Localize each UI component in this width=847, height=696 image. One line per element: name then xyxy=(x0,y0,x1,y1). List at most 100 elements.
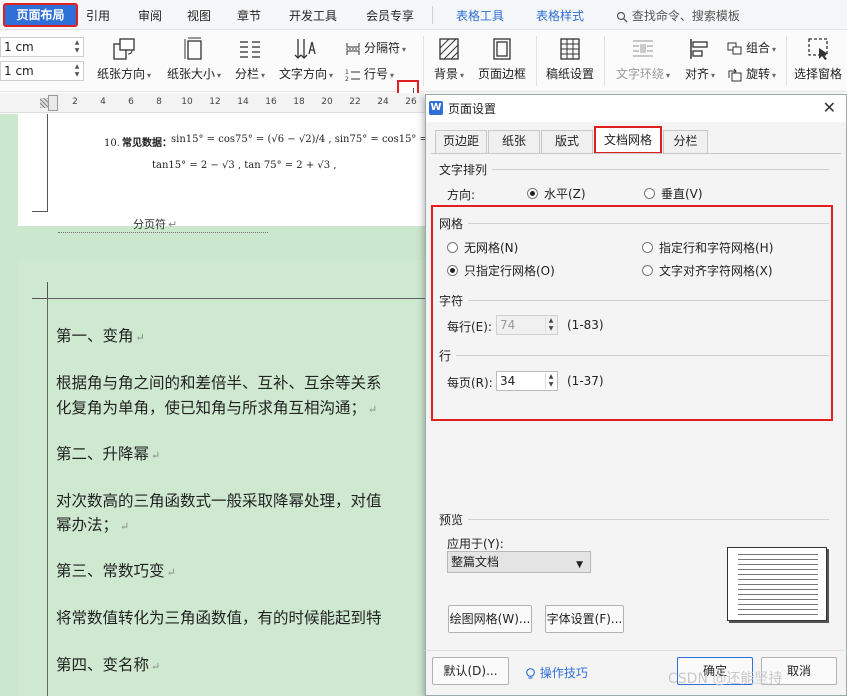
crop-mark xyxy=(47,282,48,299)
doc-paragraph-line: 对次数高的三角函数式一般采取降幂处理，对值 xyxy=(56,492,382,510)
menu-table-style[interactable]: 表格样式 xyxy=(536,7,584,25)
document-page[interactable]: 10. 常见数据： sin15° = cos75° = (√6 − √2)/4 … xyxy=(18,114,425,233)
paper-size-button[interactable]: 纸张大小 ▾ xyxy=(163,36,225,82)
dropdown-arrow-icon: ▾ xyxy=(666,71,671,80)
menu-references[interactable]: 引用 xyxy=(86,7,110,25)
menu-bar: 页面布局 引用 审阅 视图 章节 开发工具 会员专享 表格工具 表格样式 查找命… xyxy=(0,0,847,30)
menu-review[interactable]: 审阅 xyxy=(138,7,162,25)
dropdown-arrow-icon: ▾ xyxy=(147,71,152,80)
ruler-tick: 4 xyxy=(100,97,106,107)
manuscript-grid-icon xyxy=(560,38,580,60)
rotate-button[interactable]: 旋转 ▾ xyxy=(727,65,776,83)
page-break-label: 分页符 xyxy=(133,218,166,231)
page-preview xyxy=(727,547,827,621)
radio-label: 垂直(V) xyxy=(661,187,703,201)
menu-developer[interactable]: 开发工具 xyxy=(289,7,337,25)
group-button[interactable]: 组合 ▾ xyxy=(727,39,776,57)
background-button[interactable]: 背景 ▾ xyxy=(430,36,468,82)
ruler-tick: 8 xyxy=(156,97,162,107)
svg-text:1: 1 xyxy=(345,69,349,76)
text-direction-icon xyxy=(294,39,316,59)
margin-top-spinner[interactable]: ▲ ▼ xyxy=(72,39,82,55)
apply-to-label: 应用于(Y): xyxy=(447,537,504,551)
ruler-tick: 6 xyxy=(128,97,134,107)
horizontal-ruler[interactable]: 2 4 6 8 10 12 14 16 18 20 22 24 26 xyxy=(0,93,425,113)
ribbon-divider xyxy=(786,36,787,86)
dropdown-arrow-icon: ▾ xyxy=(329,71,334,80)
page-border-button[interactable]: 页面边框 xyxy=(475,36,529,82)
manuscript-label: 稿纸设置 xyxy=(545,67,594,81)
tips-link[interactable]: 操作技巧 xyxy=(525,664,588,681)
separator-label: 分隔符 xyxy=(364,41,401,55)
text-arrangement-label: 文字排列 xyxy=(439,163,488,177)
ruler-tick: 2 xyxy=(72,97,78,107)
doc-heading: 第三、常数巧变 ↵ xyxy=(56,562,176,580)
columns-label: 分栏 xyxy=(234,67,259,81)
ruler-tick: 12 xyxy=(209,97,221,107)
separator-button[interactable]: 分隔符 ▾ xyxy=(345,39,406,57)
line-number-label: 行号 xyxy=(364,67,389,81)
dialog-title-bar[interactable]: W 页面设置 ✕ xyxy=(426,95,846,122)
page-break-marker: 分页符 ↵ xyxy=(58,216,268,233)
margin-bottom-spinner[interactable]: ▲ ▼ xyxy=(72,63,82,79)
paper-orientation-button[interactable]: 纸张方向 ▾ xyxy=(95,36,153,82)
preview-label: 预览 xyxy=(439,513,464,527)
group-divider xyxy=(492,169,829,170)
columns-icon xyxy=(240,41,260,58)
font-settings-button[interactable]: 字体设置(F)... xyxy=(545,605,624,633)
formula-label: 常见数据： xyxy=(122,138,172,149)
tab-paper[interactable]: 纸张 xyxy=(488,130,540,153)
draw-grid-button[interactable]: 绘图网格(W)... xyxy=(448,605,532,633)
menu-sections[interactable]: 章节 xyxy=(237,7,261,25)
background-icon xyxy=(439,38,459,60)
tab-layout[interactable]: 版式 xyxy=(541,130,593,153)
tab-document-grid[interactable]: 文档网格 xyxy=(594,126,662,154)
document-page[interactable]: 第一、变角 ↵ 根据角与角之间的和差倍半、互补、互余等关系 化复角为单角，使已知角… xyxy=(18,260,425,696)
margin-bottom-input[interactable]: 1 cm ▲ ▼ xyxy=(0,61,84,81)
tab-margins[interactable]: 页边距 xyxy=(435,130,487,153)
menu-view[interactable]: 视图 xyxy=(187,7,211,25)
align-left-icon xyxy=(690,39,708,59)
search-box[interactable]: 查找命令、搜索模板 xyxy=(616,7,740,25)
lightbulb-icon xyxy=(526,667,535,679)
close-icon[interactable]: ✕ xyxy=(823,98,836,117)
menu-table-tools[interactable]: 表格工具 xyxy=(456,7,504,25)
columns-button[interactable]: 分栏 ▾ xyxy=(232,36,268,82)
paper-size-label: 纸张大小 xyxy=(166,67,215,81)
dialog-footer-divider xyxy=(425,650,847,651)
document-area[interactable]: 10. 常见数据： sin15° = cos75° = (√6 − √2)/4 … xyxy=(0,114,425,696)
ribbon-divider xyxy=(536,36,537,86)
ribbon-divider xyxy=(423,36,424,86)
paper-size-icon xyxy=(184,37,202,60)
menu-page-layout[interactable]: 页面布局 xyxy=(3,3,78,27)
default-button[interactable]: 默认(D)... xyxy=(432,657,509,685)
align-button[interactable]: 对齐 ▾ xyxy=(681,36,719,82)
ruler-tick: 22 xyxy=(349,97,361,107)
indent-marker-icon[interactable] xyxy=(48,95,58,111)
page-border-icon xyxy=(493,38,511,60)
ruler-tick: 10 xyxy=(181,97,193,107)
page-boundary xyxy=(47,298,48,696)
chevron-down-icon: ▼ xyxy=(576,560,583,570)
manuscript-settings-button[interactable]: 稿纸设置 xyxy=(543,36,597,82)
paper-orientation-label: 纸张方向 xyxy=(96,67,145,81)
selection-pane-button[interactable]: 选择窗格 xyxy=(792,36,844,82)
line-number-button[interactable]: 1 2 行号 ▾ xyxy=(345,65,394,83)
page-border-label: 页面边框 xyxy=(477,67,526,81)
text-wrap-button[interactable]: 文字环绕 ▾ xyxy=(611,36,675,82)
radio-horizontal[interactable]: 水平(Z) xyxy=(527,186,586,202)
dropdown-arrow-icon: ▾ xyxy=(402,45,407,54)
doc-heading: 第一、变角 ↵ xyxy=(56,327,145,345)
dialog-title: 页面设置 xyxy=(448,102,497,116)
tab-columns[interactable]: 分栏 xyxy=(663,130,708,153)
text-direction-button[interactable]: 文字方向 ▾ xyxy=(277,36,335,82)
selection-pane-label: 选择窗格 xyxy=(793,67,842,81)
apply-to-select[interactable]: 整篇文档 ▼ xyxy=(447,551,591,573)
dropdown-arrow-icon: ▾ xyxy=(711,71,716,80)
rotate-icon xyxy=(728,68,742,81)
align-label: 对齐 xyxy=(684,67,709,81)
margin-top-input[interactable]: 1 cm ▲ ▼ xyxy=(0,37,84,57)
formula-line: tan15° = 2 − √3 , tan 75° = 2 + √3 , xyxy=(152,160,337,171)
menu-member[interactable]: 会员专享 xyxy=(366,7,414,25)
radio-vertical[interactable]: 垂直(V) xyxy=(644,186,703,202)
